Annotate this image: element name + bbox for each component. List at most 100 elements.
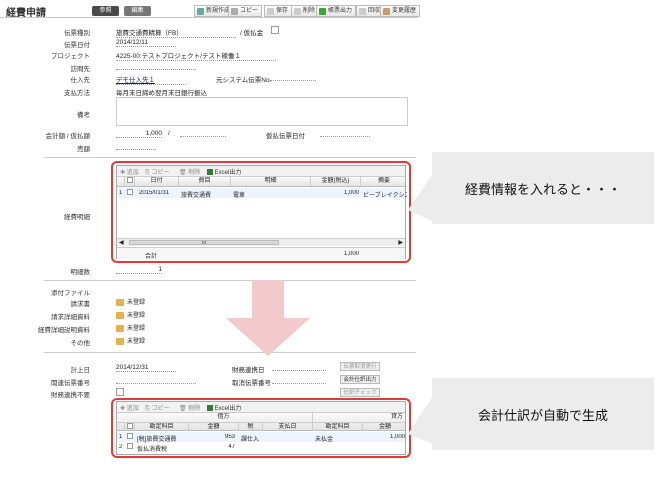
payment-field: 毎月末日締め翌月末日銀行振込	[116, 90, 207, 97]
table-row[interactable]: 2 仮払消費税 47	[117, 442, 405, 453]
col-amount[interactable]: 金額(税込)	[311, 177, 361, 186]
col-detail[interactable]: 明細	[231, 177, 311, 186]
col-note[interactable]: 摘要	[361, 177, 407, 186]
attach-icon[interactable]	[116, 311, 124, 319]
expense-add-button[interactable]: ✚ 追加	[120, 167, 139, 176]
row-checkbox[interactable]	[127, 189, 133, 195]
attach-icon[interactable]	[116, 324, 124, 332]
journal-copy-button[interactable]: ⎘ コピー	[145, 403, 169, 413]
sales-field[interactable]	[116, 143, 156, 150]
view-mode-button[interactable]: 参照	[92, 6, 119, 16]
total-row: 合計 1,000	[117, 247, 405, 260]
orig-slip-field[interactable]	[270, 74, 316, 81]
toolbar-button-1[interactable]: コピー	[228, 5, 263, 17]
expense-grid: ✚ 追加 ⎘ コピー 🗑 削除 Excel出力 日付 費目 明細 金額(税込) …	[116, 165, 407, 260]
scroll-thumb[interactable]: III	[129, 240, 279, 245]
expense-delete-button[interactable]: 🗑 削除	[179, 167, 200, 176]
col-tax[interactable]: 税	[239, 423, 263, 431]
scroll-right-icon[interactable]: ▶	[398, 239, 403, 246]
toolbar-button-2[interactable]: 保存	[264, 5, 293, 17]
debit-header: 借方	[135, 413, 313, 422]
vendor-label: 仕入先	[70, 77, 91, 84]
edit-mode-button[interactable]: 編集	[124, 6, 151, 16]
provisional-label: / 仮払金	[240, 30, 264, 37]
posting-date-label: 計上日	[70, 367, 91, 374]
prov-date-field[interactable]	[320, 130, 370, 137]
scroll-left-icon[interactable]: ◀	[119, 239, 124, 246]
attachment-upload[interactable]: 未登録	[116, 336, 145, 345]
col-credit-amount[interactable]: 金額	[363, 423, 407, 431]
visit-field[interactable]	[116, 63, 196, 70]
toolbar-icon	[383, 8, 390, 15]
table-row[interactable]: 1 2015/01/31 旅費交通費 電車 1,000 ビーブレイクシステ	[117, 188, 407, 199]
cancel-no-field[interactable]	[272, 377, 326, 384]
payment-label: 支払方法	[64, 90, 90, 97]
col-debit-account[interactable]: 勘定科目	[135, 423, 189, 431]
row-checkbox[interactable]	[127, 443, 133, 449]
toolbar-icon	[294, 8, 301, 15]
attachment-upload[interactable]: 未登録	[116, 297, 145, 306]
journal-check-button[interactable]: 仕訳チェック	[340, 388, 380, 397]
journal-add-button[interactable]: ✚ 追加	[120, 403, 139, 412]
col-credit-account[interactable]: 勘定科目	[313, 423, 363, 431]
attachments-title: 添付ファイル	[51, 290, 90, 297]
date-label: 伝票日付	[64, 42, 90, 49]
toolbar-button-6[interactable]: 変更履歴	[380, 5, 421, 17]
attachment-upload[interactable]: 未登録	[116, 323, 145, 332]
memo-textarea[interactable]	[116, 97, 408, 126]
prov-date-label: 仮払伝票日付	[266, 133, 305, 140]
attachment-label: その他	[70, 340, 91, 347]
attachment-label: 経費詳細説明資料	[38, 327, 90, 334]
date-field[interactable]: 2014/12/11	[116, 39, 176, 47]
provisional-amount-field[interactable]	[180, 130, 226, 137]
vendor-field[interactable]: デモ仕入先１	[116, 74, 186, 85]
toolbar-button-3[interactable]: 削除	[291, 5, 320, 17]
finance-link-field[interactable]	[272, 364, 326, 371]
attach-icon[interactable]	[116, 337, 124, 345]
sales-label: 売額	[77, 146, 90, 153]
toolbar-button-4[interactable]: 帳票出力	[316, 5, 357, 17]
project-field[interactable]: 4225-00:テストプロジェクト/テスト稼働１	[116, 50, 276, 61]
callout-bottom: 会計仕訳が自動で生成	[432, 378, 654, 450]
memo-label: 備考	[77, 112, 90, 119]
finance-unneeded-checkbox[interactable]	[116, 388, 124, 396]
col-item[interactable]: 費目	[179, 177, 231, 186]
cancel-exec-button[interactable]: 伝票取消実行	[340, 362, 380, 371]
toolbar-icon	[359, 8, 366, 15]
type-label: 伝票種別	[64, 30, 90, 37]
journal-output-button[interactable]: 会計仕訳出力	[340, 375, 380, 384]
credit-header: 貸方	[390, 414, 403, 420]
expense-section-label: 経費明細	[64, 214, 90, 221]
expense-select-all[interactable]	[126, 177, 133, 183]
col-pay-date[interactable]: 支払日	[263, 423, 313, 431]
journal-select-all[interactable]	[126, 423, 133, 429]
section-divider	[44, 157, 416, 158]
finance-link-label: 財務連携日	[232, 367, 265, 374]
attach-icon[interactable]	[116, 298, 124, 306]
amount-field[interactable]: 1,000	[116, 130, 162, 138]
posting-date-field[interactable]: 2014/12/31	[116, 364, 176, 372]
related-label: 関連伝票番号	[51, 380, 90, 387]
amount-label: 会計額 / 仮払額	[45, 133, 90, 140]
journal-delete-button[interactable]: 🗑 削除	[179, 403, 200, 412]
journal-excel-button[interactable]: Excel出力	[207, 403, 241, 412]
table-row[interactable]: 1 [税]旅費交通費 953 課仕入 未払金 1,000	[117, 432, 405, 443]
visit-label: 訪問先	[70, 66, 91, 73]
col-date[interactable]: 日付	[135, 177, 179, 186]
expense-copy-button[interactable]: ⎘ コピー	[145, 167, 169, 177]
project-label: プロジェクト	[51, 53, 90, 60]
type-field[interactable]: 旅費交通費精算（FB）	[116, 27, 236, 38]
toolbar-icon	[231, 8, 238, 15]
related-field[interactable]	[116, 377, 196, 384]
horizontal-scrollbar[interactable]: ◀ III ▶	[117, 238, 405, 246]
col-debit-amount[interactable]: 金額	[189, 423, 239, 431]
toolbar-icon	[267, 8, 274, 15]
attachment-upload[interactable]: 未登録	[116, 310, 145, 319]
amount-slash: /	[168, 130, 170, 137]
row-checkbox[interactable]	[127, 433, 133, 439]
expense-excel-button[interactable]: Excel出力	[207, 167, 241, 176]
provisional-checkbox[interactable]	[271, 26, 279, 34]
callout-top: 経費情報を入れると・・・	[432, 152, 654, 224]
finance-unneeded-label: 財務連携不要	[51, 392, 90, 399]
down-arrow-icon	[226, 280, 310, 356]
